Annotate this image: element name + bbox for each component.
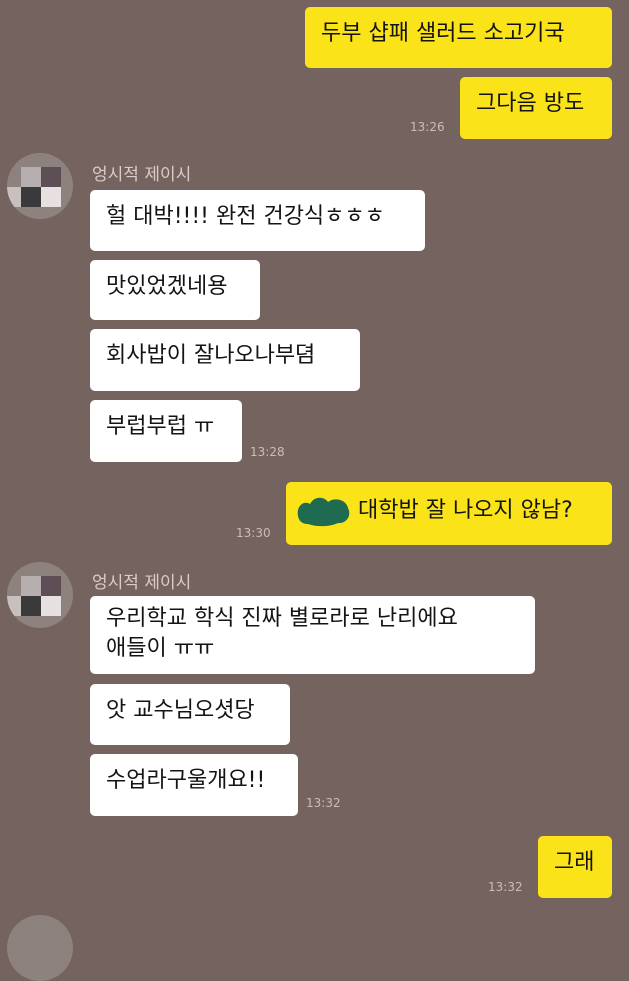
avatar-pixel	[41, 596, 61, 616]
message-text: 그래	[554, 850, 595, 875]
avatar-pixel	[21, 596, 41, 616]
avatar-pixel	[41, 576, 61, 596]
message-text: 앗 교수님오셧당	[106, 698, 255, 723]
my-message-bubble[interactable]: 두부 샵패 샐러드 소고기국	[305, 7, 612, 68]
avatar-pixel	[21, 167, 41, 187]
avatar[interactable]	[7, 915, 73, 981]
their-message-bubble[interactable]: 앗 교수님오셧당	[90, 684, 290, 745]
message-text: 우리학교 학식 진짜 별로라로 난리에요	[106, 606, 458, 631]
redaction-blob	[297, 497, 350, 527]
message-text: 애들이 ㅠㅠ	[106, 636, 215, 661]
message-time: 13:30	[236, 526, 271, 540]
avatar-pixel	[21, 576, 41, 596]
avatar-pixel	[7, 187, 21, 207]
avatar-pixel	[21, 187, 41, 207]
their-message-bubble[interactable]: 수업라구울개요!!	[90, 754, 298, 816]
message-time: 13:26	[410, 120, 445, 134]
my-message-bubble[interactable]: 대학밥 잘 나오지 않남?	[286, 482, 612, 545]
their-message-bubble[interactable]: 부럽부럽 ㅠ	[90, 400, 242, 462]
message-text: 헐 대박!!!! 완전 건강식ㅎㅎㅎ	[106, 204, 385, 229]
avatar-pixel	[41, 187, 61, 207]
message-text: 두부 샵패 샐러드 소고기국	[321, 21, 565, 46]
avatar-pixel	[7, 596, 21, 616]
their-message-bubble[interactable]: 맛있었겠네용	[90, 260, 260, 320]
sender-name: 엉시적 제이시	[92, 165, 192, 185]
avatar[interactable]	[7, 562, 73, 628]
message-time: 13:32	[306, 796, 341, 810]
message-text: 회사밥이 잘나오나부뎜	[106, 343, 316, 368]
message-time: 13:28	[250, 445, 285, 459]
message-text: 그다음 방도	[476, 91, 585, 116]
message-time: 13:32	[488, 880, 523, 894]
my-message-bubble[interactable]: 그다음 방도	[460, 77, 612, 139]
message-text: 대학밥 잘 나오지 않남?	[358, 498, 573, 523]
their-message-bubble[interactable]: 헐 대박!!!! 완전 건강식ㅎㅎㅎ	[90, 190, 425, 251]
message-text: 수업라구울개요!!	[106, 768, 266, 793]
avatar[interactable]	[7, 153, 73, 219]
my-message-bubble[interactable]: 그래	[538, 836, 612, 898]
message-text: 맛있었겠네용	[106, 274, 228, 299]
message-text: 부럽부럽 ㅠ	[106, 414, 215, 439]
avatar-pixel	[41, 167, 61, 187]
their-message-bubble[interactable]: 회사밥이 잘나오나부뎜	[90, 329, 360, 391]
sender-name: 엉시적 제이시	[92, 573, 192, 593]
their-message-bubble[interactable]: 우리학교 학식 진짜 별로라로 난리에요 애들이 ㅠㅠ	[90, 596, 535, 674]
